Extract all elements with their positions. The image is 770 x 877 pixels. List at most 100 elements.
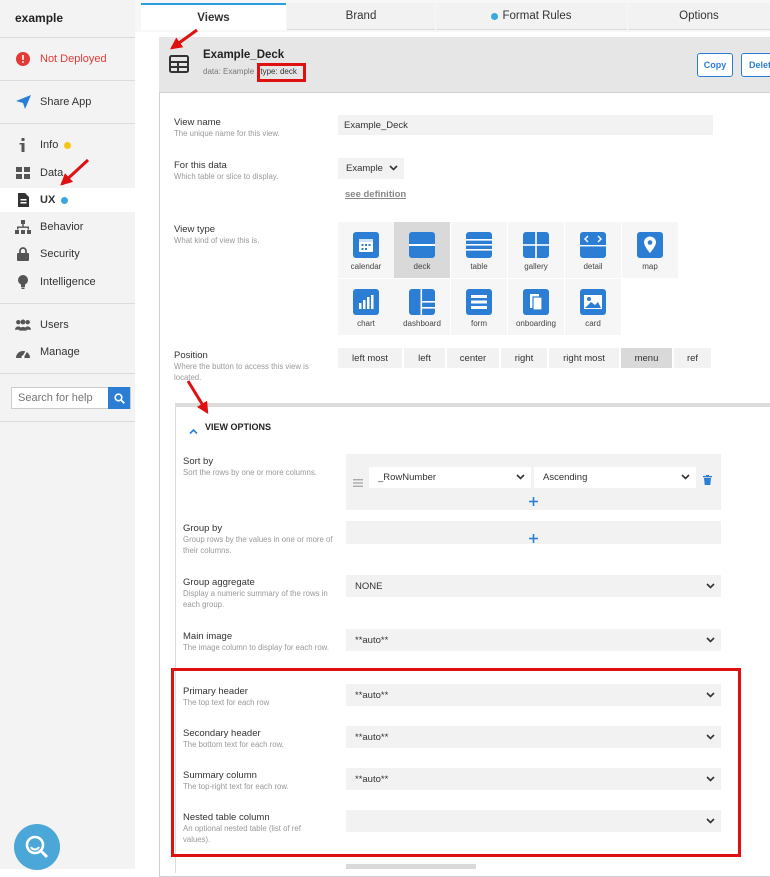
view-type-dashboard[interactable]: dashboard — [394, 279, 450, 335]
calendar-icon — [353, 232, 379, 258]
document-icon — [15, 192, 31, 208]
sidebar — [0, 0, 135, 869]
next-field — [346, 864, 476, 869]
main-image-select[interactable]: **auto** — [346, 629, 721, 651]
tab-options[interactable]: Options — [628, 3, 770, 30]
main-image-desc: The image column to display for each row… — [183, 643, 330, 652]
position-ref[interactable]: ref — [674, 348, 711, 368]
chevron-down-icon — [706, 581, 715, 592]
add-sort-icon[interactable] — [529, 493, 538, 511]
search-button[interactable] — [108, 387, 130, 409]
sidebar-item-intelligence[interactable]: Intelligence — [0, 270, 135, 294]
position-left-most[interactable]: left most — [338, 348, 402, 368]
trash-icon[interactable] — [703, 472, 712, 490]
sidebar-item-users[interactable]: Users — [0, 313, 135, 337]
info-icon — [15, 137, 31, 153]
group-aggregate-select[interactable]: NONE — [346, 575, 721, 597]
table-icon — [466, 232, 492, 258]
detail-icon — [580, 232, 606, 258]
drag-handle-icon[interactable] — [353, 474, 363, 492]
status-dot — [491, 12, 499, 20]
view-type-deck[interactable]: deck — [394, 222, 450, 278]
view-header — [159, 37, 770, 93]
for-data-label: For this data — [174, 160, 227, 171]
deploy-status-label: Not Deployed — [40, 53, 107, 65]
map-pin-icon — [637, 232, 663, 258]
send-icon — [15, 94, 31, 110]
view-type-label: View type — [174, 224, 216, 235]
search-icon — [113, 392, 125, 404]
chevron-down-icon — [706, 635, 715, 646]
position-right[interactable]: right — [501, 348, 547, 368]
chevron-down-icon — [516, 472, 525, 483]
view-name-input[interactable]: Example_Deck — [338, 115, 713, 135]
table-select[interactable]: Example — [338, 158, 404, 179]
sort-column-select[interactable]: _RowNumber — [369, 467, 531, 488]
sidebar-item-info[interactable]: Info — [0, 133, 135, 157]
view-type-table[interactable]: table — [451, 222, 507, 278]
grid-icon — [15, 165, 31, 181]
lock-icon — [15, 246, 31, 262]
divider — [0, 123, 135, 124]
view-type-detail[interactable]: detail — [565, 222, 621, 278]
users-icon — [15, 317, 31, 333]
sort-order-select[interactable]: Ascending — [534, 467, 696, 488]
see-definition-link[interactable]: see definition — [345, 189, 406, 200]
position-menu[interactable]: menu — [621, 348, 672, 368]
view-type-map[interactable]: map — [622, 222, 678, 278]
view-type-gallery[interactable]: gallery — [508, 222, 564, 278]
sidebar-item-label: Behavior — [40, 221, 84, 233]
sidebar-item-data[interactable]: Data — [0, 161, 135, 185]
view-type-desc: What kind of view this is. — [174, 236, 260, 245]
sidebar-item-ux[interactable]: UX — [0, 188, 135, 212]
search-icon — [25, 835, 49, 859]
form-icon — [466, 289, 492, 315]
sort-by-desc: Sort the rows by one or more columns. — [183, 468, 317, 477]
position-center[interactable]: center — [447, 348, 499, 368]
data-source-label: data: Example — [203, 67, 255, 76]
for-data-desc: Which table or slice to display. — [174, 172, 279, 181]
view-type-form[interactable]: form — [451, 279, 507, 335]
sidebar-item-label: Security — [40, 248, 80, 260]
tab-format-rules[interactable]: Format Rules — [436, 3, 627, 30]
delete-button[interactable]: Delete — [741, 53, 770, 77]
chevron-down-icon — [681, 472, 690, 483]
highlight-box — [171, 668, 741, 857]
sort-by-label: Sort by — [183, 456, 214, 467]
deploy-status[interactable]: Not Deployed — [0, 47, 135, 71]
sidebar-item-label: Info — [40, 139, 59, 151]
help-search — [11, 387, 131, 409]
position-right-most[interactable]: right most — [549, 348, 619, 368]
sidebar-item-security[interactable]: Security — [0, 242, 135, 266]
sidebar-item-manage[interactable]: Manage — [0, 340, 135, 364]
deck-view-icon — [169, 55, 189, 78]
share-app-button[interactable]: Share App — [0, 90, 135, 114]
help-search-fab[interactable] — [14, 824, 60, 870]
view-name-desc: The unique name for this view. — [174, 129, 280, 138]
divider — [0, 421, 135, 422]
dashboard-gauge-icon — [15, 344, 31, 360]
tab-views[interactable]: Views — [141, 3, 286, 30]
position-left[interactable]: left — [404, 348, 445, 368]
search-input[interactable] — [12, 389, 108, 407]
view-type-card[interactable]: card — [565, 279, 621, 335]
position-desc: Where the button to access this view is … — [174, 362, 309, 382]
group-by-desc: Group rows by the values in one or more … — [183, 535, 333, 555]
sidebar-item-behavior[interactable]: Behavior — [0, 215, 135, 239]
view-name-label: View name — [174, 117, 221, 128]
highlight-box — [257, 63, 306, 82]
deck-icon — [409, 232, 435, 258]
tab-brand[interactable]: Brand — [287, 3, 435, 30]
view-options-header[interactable]: VIEW OPTIONS — [205, 422, 271, 432]
add-group-icon[interactable] — [529, 530, 538, 548]
status-dot — [61, 196, 69, 204]
warning-icon — [15, 51, 31, 67]
app-name: example — [15, 11, 64, 25]
dashboard-icon — [409, 289, 435, 315]
hierarchy-icon — [15, 219, 31, 235]
copy-button[interactable]: Copy — [697, 53, 733, 77]
view-type-calendar[interactable]: calendar — [338, 222, 394, 278]
view-type-onboarding[interactable]: onboarding — [508, 279, 564, 335]
view-type-chart[interactable]: chart — [338, 279, 394, 335]
chevron-up-icon[interactable] — [189, 422, 198, 440]
